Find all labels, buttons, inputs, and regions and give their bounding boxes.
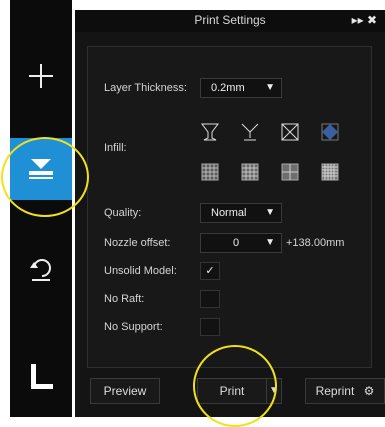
nozzle-offset-dropdown[interactable]: 0 ▼ [200, 233, 282, 253]
measure-tool[interactable] [10, 345, 72, 407]
title-bar: Print Settings ▸▸ ✖ [75, 10, 385, 32]
nozzle-offset-label: Nozzle offset: [104, 237, 171, 249]
infill-option-dense[interactable] [200, 162, 220, 182]
layer-thickness-label: Layer Thickness: [104, 82, 187, 94]
chevron-down-icon: ▼ [265, 207, 275, 218]
mesh-icon [241, 163, 259, 181]
unsolid-model-checkbox[interactable]: ✓ [200, 262, 220, 280]
panel-title: Print Settings [194, 13, 266, 27]
preview-button[interactable]: Preview [90, 378, 160, 404]
rotate-tool[interactable] [10, 240, 72, 302]
infill-option-cross[interactable] [280, 122, 300, 142]
nozzle-offset-value: 0 [233, 237, 240, 249]
no-raft-label: No Raft: [104, 293, 145, 305]
title-controls[interactable]: ▸▸ ✖ [352, 13, 377, 27]
infill-options [200, 122, 360, 188]
print-settings-panel: Print Settings ▸▸ ✖ Layer Thickness: 0.2… [75, 10, 385, 417]
fine-mesh-icon [321, 163, 339, 181]
infill-option-grid[interactable] [280, 162, 300, 182]
infill-option-diamond[interactable] [320, 122, 340, 142]
infill-option-mesh[interactable] [240, 162, 260, 182]
quality-label: Quality: [104, 207, 142, 219]
no-raft-checkbox[interactable] [200, 290, 220, 308]
infill-option-fine[interactable] [320, 162, 340, 182]
rotate-icon [30, 259, 51, 281]
dense-mesh-icon [201, 163, 219, 181]
cup-icon [201, 123, 219, 141]
chevron-down-icon: ▼ [265, 82, 275, 93]
chevron-down-icon: ▼ [269, 385, 279, 396]
infill-label: Infill: [104, 142, 127, 154]
layer-thickness-dropdown[interactable]: 0.2mm ▼ [200, 78, 282, 98]
no-support-checkbox[interactable] [200, 318, 220, 336]
print-button-label: Print [219, 384, 245, 398]
print-options-button[interactable]: ▼ [267, 378, 282, 404]
nozzle-offset-extra: +138.00mm [286, 237, 345, 249]
print-bed-icon [29, 159, 53, 179]
no-support-label: No Support: [104, 321, 163, 333]
print-button[interactable]: Print [197, 378, 267, 404]
add-tool[interactable] [10, 45, 72, 107]
left-toolbar [10, 0, 72, 417]
cross-box-icon [281, 123, 299, 141]
goblet-icon [241, 123, 259, 141]
settings-group: Layer Thickness: 0.2mm ▼ Infill: Quality… [87, 46, 372, 368]
plus-icon [29, 64, 53, 88]
chevron-down-icon: ▼ [265, 237, 275, 248]
diamond-icon [321, 123, 339, 141]
layer-thickness-value: 0.2mm [211, 82, 245, 94]
reprint-button-label: Reprint [315, 384, 355, 398]
reprint-button[interactable]: Reprint ⚙ [305, 378, 385, 404]
grid-icon [281, 163, 299, 181]
unsolid-model-label: Unsolid Model: [104, 265, 177, 277]
quality-dropdown[interactable]: Normal ▼ [200, 203, 282, 223]
quality-value: Normal [211, 207, 247, 219]
print-tool[interactable] [10, 138, 72, 200]
infill-option-cup[interactable] [200, 122, 220, 142]
gear-icon: ⚙ [363, 384, 375, 398]
infill-option-goblet[interactable] [240, 122, 260, 142]
ruler-icon [31, 364, 53, 389]
